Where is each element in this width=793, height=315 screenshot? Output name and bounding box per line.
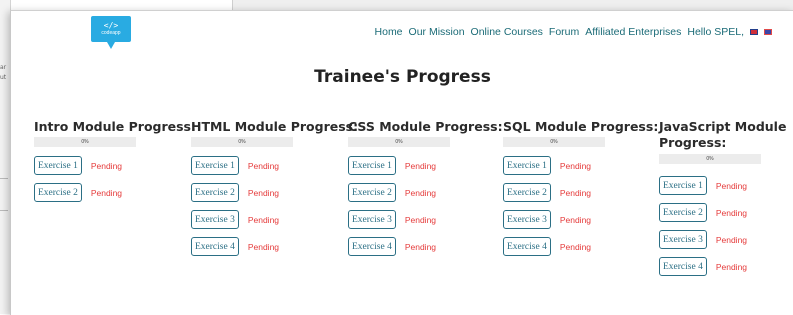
module-intro: Intro Module Progress: 0% Exercise 1 Pen… [34, 119, 196, 209]
exercise-row: Exercise 2 Pending [503, 182, 653, 203]
module-sql: SQL Module Progress: 0% Exercise 1 Pendi… [503, 119, 659, 263]
exercise-list: Exercise 1 Pending Exercise 2 Pending [34, 155, 184, 203]
module-title: HTML Module Progress: [191, 119, 359, 134]
exercise-row: Exercise 2 Pending [659, 202, 793, 223]
status-label: Pending [559, 214, 592, 225]
progress-bar: 0% [659, 154, 761, 164]
exercise-row: Exercise 3 Pending [503, 209, 653, 230]
nav-forum[interactable]: Forum [549, 26, 579, 38]
status-label: Pending [715, 234, 748, 245]
exercise-4-button[interactable]: Exercise 4 [348, 237, 396, 256]
exercise-2-button[interactable]: Exercise 2 [503, 183, 551, 202]
status-label: Pending [247, 241, 280, 252]
nav-our-mission[interactable]: Our Mission [409, 26, 465, 38]
background-text-fragment: ut [0, 74, 7, 81]
module-javascript: JavaScript Module Progress: 0% Exercise … [659, 119, 793, 283]
status-label: Pending [404, 241, 437, 252]
top-nav: Home Our Mission Online Courses Forum Af… [369, 26, 772, 38]
progress-label: 0% [395, 139, 403, 145]
module-html: HTML Module Progress: 0% Exercise 1 Pend… [191, 119, 359, 263]
exercise-row: Exercise 1 Pending [659, 175, 793, 196]
module-title: JavaScript Module [659, 119, 787, 134]
other-flag-icon[interactable] [764, 29, 772, 35]
exercise-row: Exercise 4 Pending [348, 236, 498, 257]
exercise-1-button[interactable]: Exercise 1 [503, 156, 551, 175]
module-title: SQL Module Progress: [503, 119, 659, 134]
exercise-3-button[interactable]: Exercise 3 [659, 230, 707, 249]
status-label: Pending [559, 241, 592, 252]
app-window: </> codeapp Home Our Mission Online Cour… [10, 10, 793, 315]
nav-user-greeting[interactable]: Hello SPEL, [687, 26, 744, 38]
exercise-row: Exercise 1 Pending [34, 155, 184, 176]
module-title-line-2: Progress: [659, 135, 727, 150]
status-label: Pending [247, 160, 280, 171]
exercise-2-button[interactable]: Exercise 2 [348, 183, 396, 202]
progress-label: 0% [238, 139, 246, 145]
exercise-4-button[interactable]: Exercise 4 [191, 237, 239, 256]
exercise-list: Exercise 1 Pending Exercise 2 Pending Ex… [659, 175, 793, 277]
exercise-4-button[interactable]: Exercise 4 [503, 237, 551, 256]
exercise-list: Exercise 1 Pending Exercise 2 Pending Ex… [348, 155, 498, 257]
exercise-3-button[interactable]: Exercise 3 [503, 210, 551, 229]
exercise-list: Exercise 1 Pending Exercise 2 Pending Ex… [191, 155, 341, 257]
progress-label: 0% [706, 156, 714, 162]
exercise-row: Exercise 2 Pending [34, 182, 184, 203]
background-text-fragment: ar [0, 64, 7, 71]
progress-bar: 0% [191, 137, 293, 147]
code-icon: </> [103, 21, 119, 30]
exercise-2-button[interactable]: Exercise 2 [659, 203, 707, 222]
status-label: Pending [559, 160, 592, 171]
exercise-row: Exercise 3 Pending [348, 209, 498, 230]
progress-label: 0% [81, 139, 89, 145]
exercise-row: Exercise 2 Pending [348, 182, 498, 203]
exercise-row: Exercise 1 Pending [191, 155, 341, 176]
status-label: Pending [404, 160, 437, 171]
exercise-1-button[interactable]: Exercise 1 [348, 156, 396, 175]
nav-online-courses[interactable]: Online Courses [471, 26, 543, 38]
page-title: Trainee's Progress [314, 67, 491, 87]
exercise-4-button[interactable]: Exercise 4 [659, 257, 707, 276]
exercise-1-button[interactable]: Exercise 1 [34, 156, 82, 175]
exercise-row: Exercise 1 Pending [503, 155, 653, 176]
exercise-2-button[interactable]: Exercise 2 [34, 183, 82, 202]
status-label: Pending [559, 187, 592, 198]
exercise-1-button[interactable]: Exercise 1 [191, 156, 239, 175]
progress-bar: 0% [34, 137, 136, 147]
exercise-row: Exercise 3 Pending [191, 209, 341, 230]
nav-affiliated-enterprises[interactable]: Affiliated Enterprises [585, 26, 681, 38]
status-label: Pending [90, 187, 123, 198]
exercise-3-button[interactable]: Exercise 3 [348, 210, 396, 229]
exercise-row: Exercise 4 Pending [659, 256, 793, 277]
exercise-row: Exercise 2 Pending [191, 182, 341, 203]
uk-flag-icon[interactable] [750, 29, 758, 35]
exercise-row: Exercise 4 Pending [503, 236, 653, 257]
status-label: Pending [715, 261, 748, 272]
exercise-row: Exercise 1 Pending [348, 155, 498, 176]
site-logo[interactable]: </> codeapp [91, 16, 131, 49]
status-label: Pending [715, 207, 748, 218]
exercise-row: Exercise 3 Pending [659, 229, 793, 250]
exercise-list: Exercise 1 Pending Exercise 2 Pending Ex… [503, 155, 653, 257]
background-divider [0, 210, 8, 211]
status-label: Pending [404, 214, 437, 225]
status-label: Pending [404, 187, 437, 198]
exercise-1-button[interactable]: Exercise 1 [659, 176, 707, 195]
status-label: Pending [715, 180, 748, 191]
logo-text: codeapp [101, 30, 121, 36]
module-title: CSS Module Progress: [348, 119, 503, 134]
background-divider [0, 178, 8, 179]
progress-bar: 0% [348, 137, 450, 147]
module-title: Intro Module Progress: [34, 119, 196, 134]
progress-label: 0% [550, 139, 558, 145]
exercise-2-button[interactable]: Exercise 2 [191, 183, 239, 202]
status-label: Pending [90, 160, 123, 171]
status-label: Pending [247, 187, 280, 198]
exercise-row: Exercise 4 Pending [191, 236, 341, 257]
exercise-3-button[interactable]: Exercise 3 [191, 210, 239, 229]
status-label: Pending [247, 214, 280, 225]
nav-home[interactable]: Home [375, 26, 403, 38]
progress-bar: 0% [503, 137, 605, 147]
module-css: CSS Module Progress: 0% Exercise 1 Pendi… [348, 119, 503, 263]
